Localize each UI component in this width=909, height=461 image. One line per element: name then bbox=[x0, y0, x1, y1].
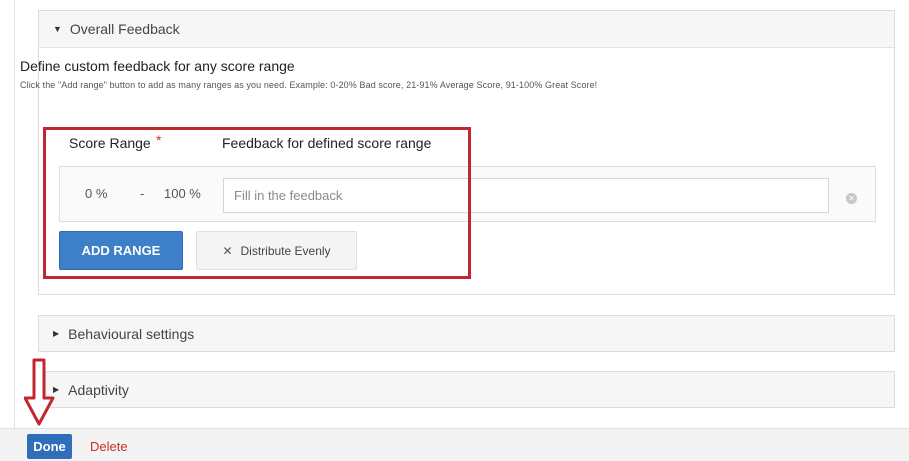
behavioural-settings-label: Behavioural settings bbox=[68, 325, 195, 342]
overall-feedback-header-label: Overall Feedback bbox=[69, 21, 180, 37]
behavioural-settings-section[interactable]: ▶ Behavioural settings bbox=[38, 315, 895, 352]
delete-link[interactable]: Delete bbox=[90, 439, 128, 454]
caret-down-icon: ▼ bbox=[53, 24, 62, 34]
overall-feedback-header[interactable]: ▼ Overall Feedback bbox=[39, 11, 894, 48]
done-button[interactable]: Done bbox=[27, 434, 72, 459]
adaptivity-label: Adaptivity bbox=[68, 381, 129, 398]
caret-right-icon: ▶ bbox=[53, 329, 60, 338]
feedback-title: Define custom feedback for any score ran… bbox=[20, 58, 295, 74]
page-left-rule bbox=[14, 0, 15, 428]
footer-bar bbox=[0, 428, 909, 461]
annotation-highlight-box bbox=[43, 127, 471, 279]
annotation-arrow-icon bbox=[24, 358, 55, 426]
remove-range-icon[interactable]: ✕ bbox=[846, 193, 857, 204]
adaptivity-section[interactable]: ▶ Adaptivity bbox=[38, 371, 895, 408]
feedback-hint: Click the "Add range" button to add as m… bbox=[20, 80, 598, 90]
